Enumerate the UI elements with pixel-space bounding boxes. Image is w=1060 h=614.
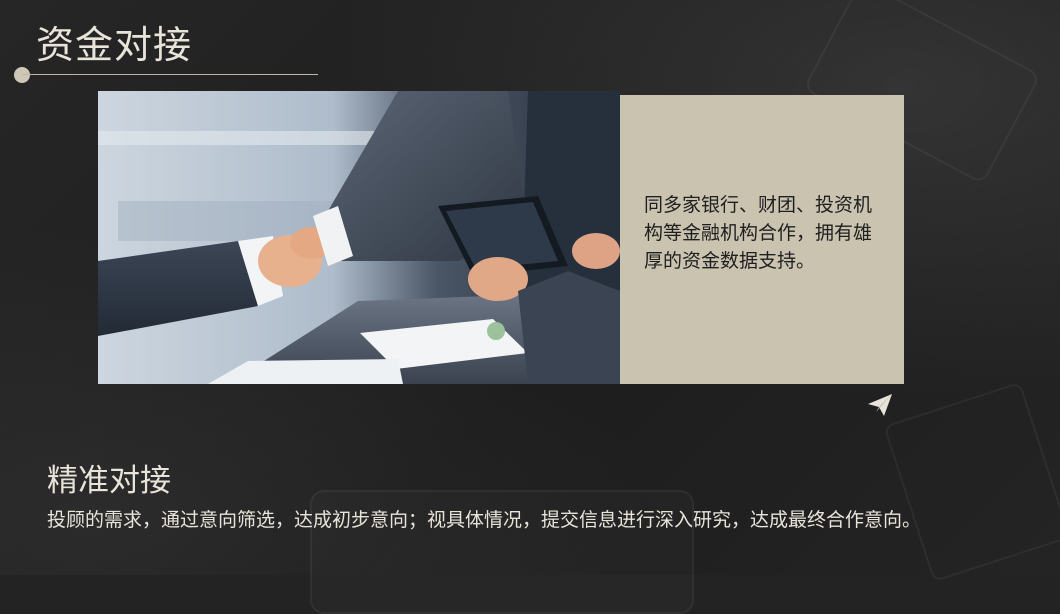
info-card: 同多家银行、财团、投资机构等金融机构合作，拥有雄厚的资金数据支持。	[620, 95, 904, 384]
handshake-illustration	[98, 91, 620, 384]
slide-title: 资金对接	[36, 23, 193, 67]
title-underline	[22, 74, 318, 75]
section-body: 投顾的需求，通过意向筛选，达成初步意向；视具体情况，提交信息进行深入研究，达成最…	[47, 509, 922, 531]
background-decoration	[883, 381, 1060, 583]
info-text: 同多家银行、财团、投资机构等金融机构合作，拥有雄厚的资金数据支持。	[644, 194, 873, 272]
paper-plane-icon	[868, 394, 892, 416]
handshake-photo	[98, 91, 620, 384]
title-bullet-dot	[14, 67, 30, 83]
section-heading: 精准对接	[47, 463, 171, 499]
